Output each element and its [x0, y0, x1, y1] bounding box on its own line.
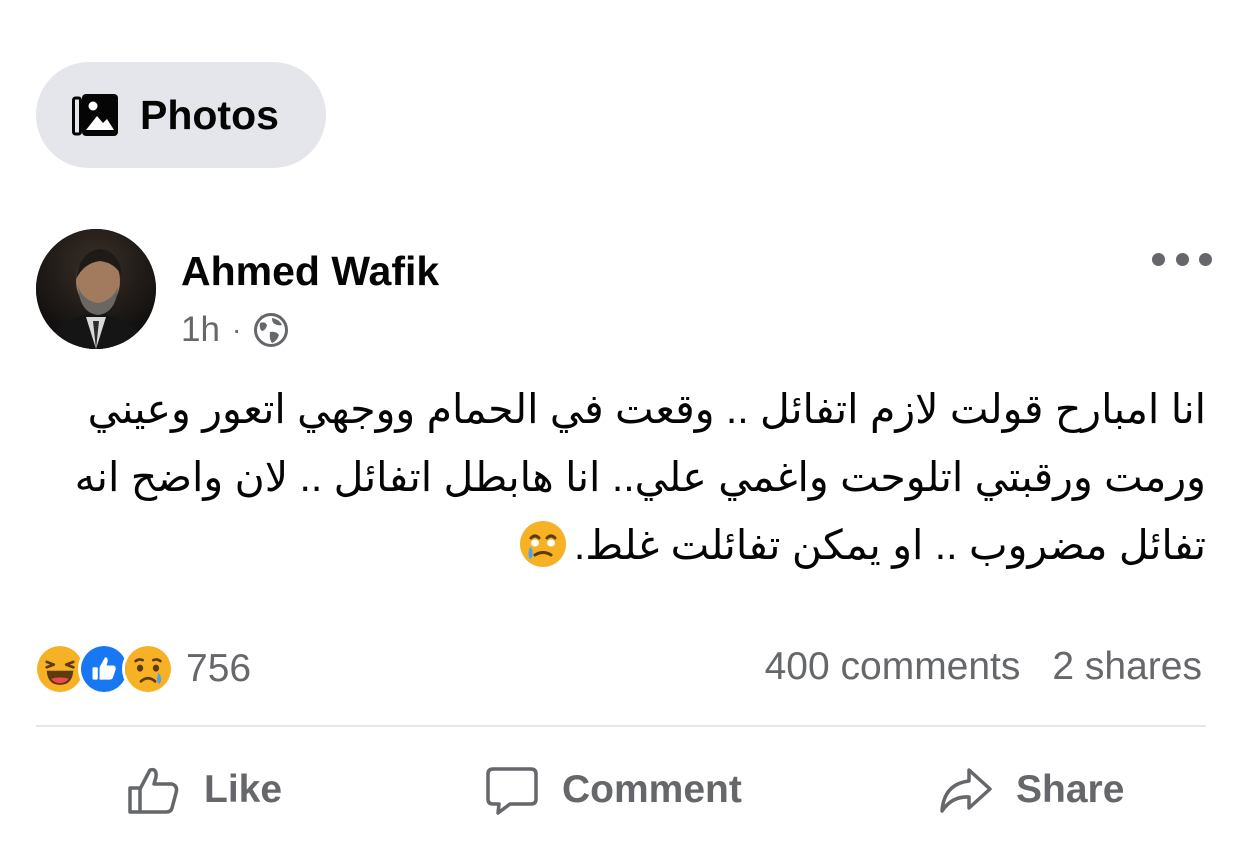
- facebook-post-view: Photos Ahmed Wafik 1h · انا امبارح قولت …: [0, 0, 1242, 843]
- globe-icon: [254, 313, 289, 347]
- share-arrow-icon: [940, 768, 992, 813]
- photos-filter-chip[interactable]: Photos: [36, 62, 326, 168]
- post-body: انا امبارح قولت لازم اتفائل .. وقعت في ا…: [36, 375, 1206, 579]
- face-holding-back-tears-emoji: [519, 521, 566, 567]
- post-meta: 1h ·: [181, 310, 289, 350]
- like-button[interactable]: Like: [126, 752, 282, 828]
- reaction-count: 756: [186, 647, 252, 690]
- more-dot: [1199, 252, 1212, 266]
- thumbs-up-icon: [128, 767, 179, 814]
- avatar-photo: [36, 229, 156, 349]
- engagement-stats: 400 comments 2 shares: [765, 645, 1202, 689]
- share-label: Share: [1016, 768, 1125, 811]
- more-dot: [1152, 252, 1165, 266]
- meta-separator: ·: [231, 314, 242, 345]
- reactions-summary[interactable]: 756: [34, 643, 251, 695]
- comment-label: Comment: [562, 768, 742, 811]
- post-text: انا امبارح قولت لازم اتفائل .. وقعت في ا…: [74, 386, 1206, 568]
- comments-count-link[interactable]: 400 comments: [765, 645, 1021, 689]
- comment-bubble-icon: [486, 767, 538, 815]
- photos-chip-label: Photos: [140, 91, 279, 138]
- share-button[interactable]: Share: [938, 752, 1124, 828]
- action-divider: [36, 725, 1206, 727]
- sad-reaction-icon: [122, 643, 174, 695]
- author-name[interactable]: Ahmed Wafik: [181, 248, 439, 295]
- more-dot: [1175, 252, 1189, 266]
- shares-count-link[interactable]: 2 shares: [1052, 645, 1202, 689]
- stats-gap: [1020, 645, 1052, 689]
- like-label: Like: [204, 768, 283, 811]
- comment-button[interactable]: Comment: [484, 752, 742, 828]
- photo-album-icon: [72, 94, 118, 136]
- post-timestamp[interactable]: 1h: [181, 310, 220, 350]
- author-avatar[interactable]: [36, 229, 156, 349]
- more-options-icon[interactable]: [1152, 244, 1212, 274]
